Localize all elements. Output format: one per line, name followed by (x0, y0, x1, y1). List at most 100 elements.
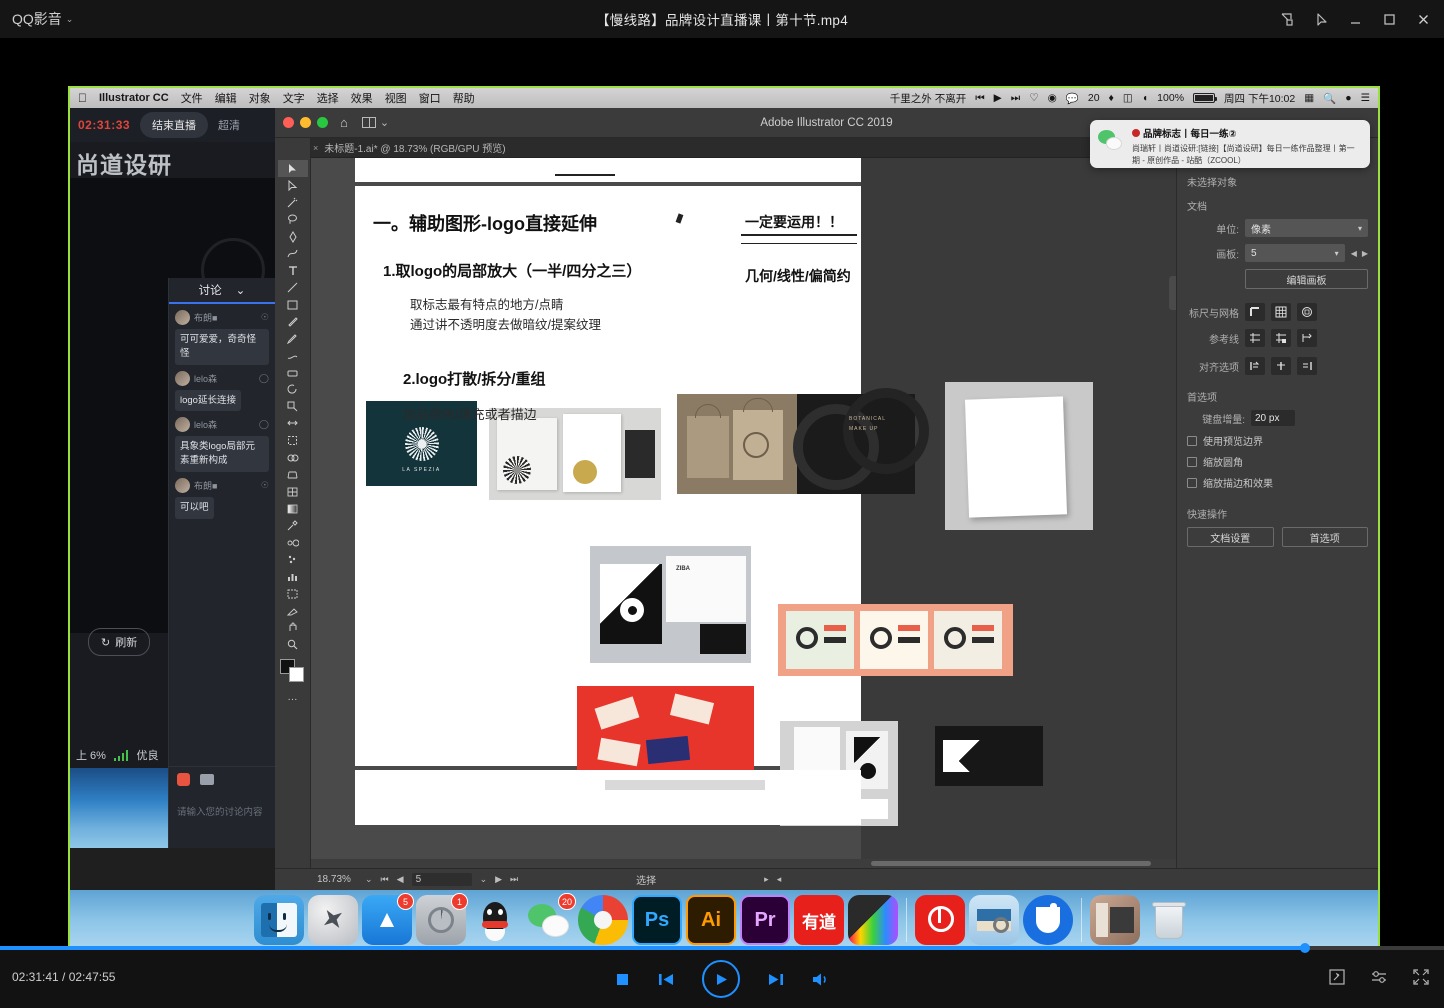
selection-tool[interactable] (278, 160, 308, 177)
artboard-next[interactable] (355, 770, 861, 825)
lasso-tool[interactable] (278, 211, 308, 228)
toolbar-overflow-icon[interactable]: ··· (278, 691, 308, 708)
dock-item-qq[interactable] (470, 895, 520, 945)
align-left-icon[interactable] (1245, 357, 1265, 375)
line-tool[interactable] (278, 279, 308, 296)
menu-window[interactable]: 窗口 (419, 90, 441, 106)
canvas-horizontal-scrollbar[interactable] (311, 859, 1176, 868)
refresh-button[interactable]: ↻ 刷新 (88, 628, 150, 656)
dock-item-finder[interactable] (254, 895, 304, 945)
apple-logo-icon[interactable]:  (78, 91, 87, 105)
hand-tool[interactable] (278, 619, 308, 636)
artboard-current[interactable]: 一。辅助图形-logo直接延伸 一定要运用！！ 几何/线性/偏简约 1.取log… (355, 186, 861, 766)
dock-item-trash[interactable] (1144, 895, 1194, 945)
zoom-level[interactable]: 18.73% (317, 874, 357, 885)
magic-wand-tool[interactable] (278, 194, 308, 211)
menu-effect[interactable]: 效果 (351, 90, 373, 106)
search-icon[interactable]: 🔍 (1323, 92, 1336, 105)
swatch-card[interactable] (934, 611, 1002, 669)
message-menu-icon[interactable]: ◯ (259, 419, 269, 430)
discussion-input[interactable]: 请输入您的讨论内容 (177, 804, 263, 818)
prev-artboard-icon[interactable]: ◀ (1351, 249, 1357, 258)
home-icon[interactable]: ⌂ (340, 115, 348, 130)
stroke-swatch[interactable] (289, 667, 304, 682)
menu-help[interactable]: 帮助 (453, 90, 475, 106)
artboards-select[interactable]: 5 ▾ (1245, 244, 1345, 262)
illustrator-canvas[interactable]: 一。辅助图形-logo直接延伸 一定要运用！！ 几何/线性/偏简约 1.取log… (311, 158, 1176, 868)
color-swatch-row[interactable] (778, 604, 1013, 676)
menu-type[interactable]: 文字 (283, 90, 305, 106)
fullscreen-icon[interactable] (1412, 968, 1430, 991)
curvature-tool[interactable] (278, 245, 308, 262)
dock-item-photoshop[interactable]: Ps (632, 895, 682, 945)
status-expand-icon[interactable]: ▸ (764, 874, 769, 885)
dock-item-system-preferences[interactable]: 1 (416, 895, 466, 945)
stream-quality-label[interactable]: 超清 (218, 117, 240, 133)
menubar-app-name[interactable]: Illustrator CC (99, 92, 169, 104)
free-transform-tool[interactable] (278, 432, 308, 449)
swatch-card[interactable] (786, 611, 854, 669)
progress-bar[interactable] (0, 946, 1444, 950)
release-guides-icon[interactable] (1297, 329, 1317, 347)
artboard-stepper[interactable]: ◀ ▶ (1351, 249, 1368, 258)
dock-item-final-cut-pro[interactable] (848, 895, 898, 945)
paintbrush-tool[interactable] (278, 313, 308, 330)
dock-item-app-store[interactable]: ▲ 5 (362, 895, 412, 945)
dock-item-premiere[interactable]: Pr (740, 895, 790, 945)
message-menu-icon[interactable]: ◯ (259, 373, 269, 384)
document-setup-button[interactable]: 文档设置 (1187, 527, 1274, 547)
video-viewport[interactable]:  Illustrator CC 文件 编辑 对象 文字 选择 效果 视图 窗口… (0, 38, 1444, 946)
chevron-down-icon[interactable]: ⌄ (480, 874, 488, 885)
current-tool-label[interactable]: 选择 (636, 872, 656, 887)
status-collapse-icon[interactable]: ◂ (777, 874, 782, 885)
keyboard-increment-input[interactable]: 20 px (1251, 410, 1295, 426)
perspective-grid-tool[interactable] (278, 466, 308, 483)
dock-item-netease-music[interactable] (915, 895, 965, 945)
message-menu-icon[interactable]: ☉ (261, 480, 269, 491)
eraser-tool[interactable] (278, 364, 308, 381)
wifi-icon[interactable]: ◖ (1142, 92, 1148, 104)
minimize-icon[interactable] (300, 117, 311, 128)
grid-icon[interactable] (1271, 303, 1291, 321)
units-select[interactable]: 像素 ▾ (1245, 219, 1368, 237)
progress-knob[interactable] (1300, 943, 1310, 953)
mesh-tool[interactable] (278, 483, 308, 500)
artboard-number[interactable]: 5 (412, 873, 472, 886)
end-live-button[interactable]: 结束直播 (140, 112, 208, 138)
show-guides-icon[interactable] (1245, 329, 1265, 347)
previous-button[interactable] (657, 971, 676, 988)
control-center-icon[interactable]: ☰ (1361, 92, 1370, 104)
dock-item-tencent-lemon[interactable] (1023, 895, 1073, 945)
heart-icon[interactable]: ♡ (1029, 92, 1038, 104)
pixel-grid-icon[interactable] (1297, 303, 1317, 321)
play-icon[interactable]: ▶ (994, 92, 1002, 104)
last-artboard-icon[interactable]: ⏭ (510, 874, 518, 885)
dock-item-chrome[interactable] (578, 895, 628, 945)
slice-tool[interactable] (278, 602, 308, 619)
circle-icon[interactable]: ◉ (1048, 92, 1057, 104)
close-icon[interactable]: × (313, 143, 318, 153)
screenshot-tool-icon[interactable] (1328, 968, 1346, 991)
next-button[interactable] (766, 971, 785, 988)
artboard-tool[interactable] (278, 585, 308, 602)
scale-corners-checkbox[interactable]: 缩放圆角 (1187, 454, 1368, 469)
shape-builder-tool[interactable] (278, 449, 308, 466)
dock-item-launchpad[interactable] (308, 895, 358, 945)
mockup-poster-sheet[interactable] (945, 382, 1093, 530)
mockup-black-banner[interactable] (935, 726, 1043, 786)
ruler-icon[interactable] (1245, 303, 1265, 321)
close-icon[interactable] (283, 117, 294, 128)
zoom-tool[interactable] (278, 636, 308, 653)
pen-tool[interactable] (278, 228, 308, 245)
scale-tool[interactable] (278, 398, 308, 415)
chat-icon[interactable]: 💬 (1066, 92, 1079, 105)
menu-select[interactable]: 选择 (317, 90, 339, 106)
battery-icon[interactable] (1193, 93, 1215, 103)
lock-guides-icon[interactable] (1271, 329, 1291, 347)
pencil-tool[interactable] (278, 330, 308, 347)
dock-item-preview[interactable] (969, 895, 1019, 945)
wechat-notification-toast[interactable]: 品牌标志丨每日一练② 尚瑞轩丨尚道设研:[链接]【尚道设研】每日一练作品整理丨第… (1090, 120, 1370, 168)
gradient-tool[interactable] (278, 500, 308, 517)
direct-selection-tool[interactable] (278, 177, 308, 194)
type-tool[interactable] (278, 262, 308, 279)
